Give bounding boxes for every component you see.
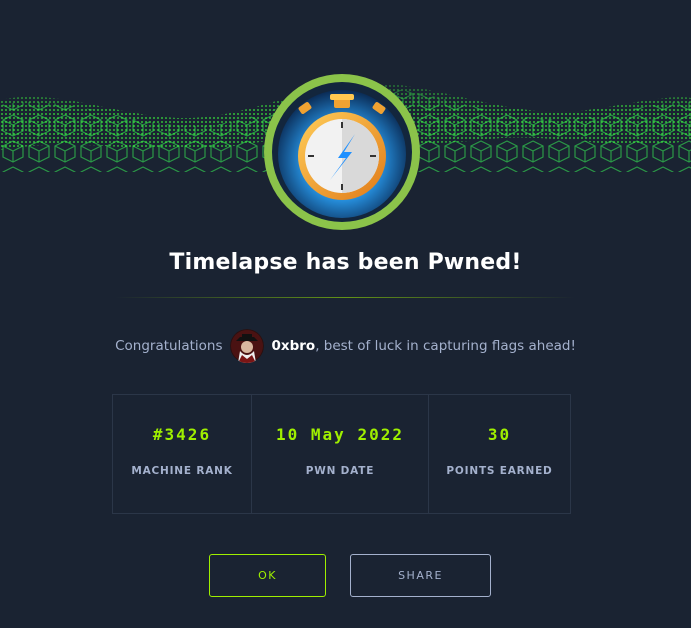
stats-panel: #3426 MACHINE RANK 10 May 2022 PWN DATE … (112, 394, 571, 514)
stat-value: 10 May 2022 (276, 425, 404, 444)
stat-machine-rank: #3426 MACHINE RANK (113, 395, 252, 513)
stat-points-earned: 30 POINTS EARNED (429, 395, 570, 513)
username[interactable]: 0xbro (271, 338, 315, 354)
stat-label: PWN DATE (305, 465, 375, 477)
stat-value: #3426 (152, 425, 212, 444)
stat-label: POINTS EARNED (446, 465, 553, 477)
pwned-title: Timelapse has been Pwned! (169, 250, 522, 275)
stat-value: 30 (487, 425, 512, 444)
congrats-prefix: Congratulations (115, 338, 223, 354)
stat-label: MACHINE RANK (131, 465, 233, 477)
share-button[interactable]: SHARE (350, 554, 491, 597)
stopwatch-icon (264, 74, 420, 230)
ok-button[interactable]: OK (209, 554, 326, 597)
stat-pwn-date: 10 May 2022 PWN DATE (252, 395, 429, 513)
congrats-suffix: , best of luck in capturing flags ahead! (315, 338, 576, 354)
congrats-message: Congratulations 0xbro , best of luck in … (0, 329, 691, 363)
divider (115, 297, 575, 298)
user-avatar[interactable] (230, 329, 265, 363)
